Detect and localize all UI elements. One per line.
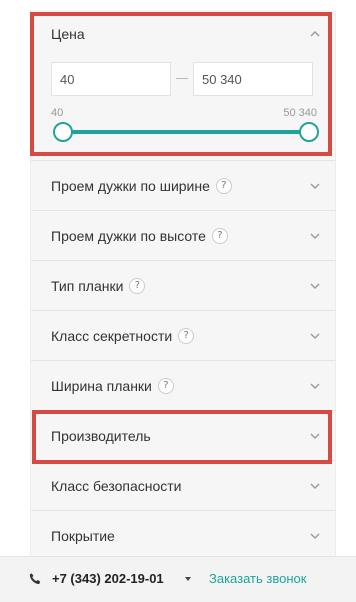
phone-number[interactable]: +7 (343) 202-19-01 <box>52 571 164 587</box>
chevron-down-icon[interactable] <box>308 429 322 443</box>
price-filter-title: Цена <box>51 26 85 42</box>
price-slider[interactable] <box>53 122 319 142</box>
filter-label-text: Тип планки <box>51 278 124 294</box>
request-callback-link[interactable]: Заказать звонок <box>209 571 306 587</box>
filter-row[interactable]: Класс секретности? <box>31 310 335 360</box>
chevron-down-icon[interactable] <box>308 229 322 243</box>
price-slider-max-handle[interactable] <box>299 122 319 142</box>
filter-label-text: Класс безопасности <box>51 478 182 494</box>
price-from-input[interactable] <box>51 62 171 96</box>
chevron-down-icon[interactable] <box>308 179 322 193</box>
phone-icon <box>29 573 41 585</box>
filter-list: Проем дужки по ширине? Проем дужки по выс… <box>31 160 335 560</box>
help-icon[interactable]: ? <box>157 378 174 394</box>
bottom-contact-bar: +7 (343) 202-19-01 Заказать звонок <box>0 556 356 602</box>
filter-row-label: Производитель <box>51 426 151 446</box>
chevron-up-icon[interactable] <box>308 27 322 41</box>
filter-row[interactable]: Ширина планки? <box>31 360 335 410</box>
filter-row[interactable]: Покрытие <box>31 510 335 560</box>
filter-row[interactable]: Тип планки? <box>31 260 335 310</box>
help-icon[interactable]: ? <box>129 278 146 294</box>
price-range-dash <box>176 78 188 79</box>
filter-row[interactable]: Проем дужки по высоте? <box>31 210 335 260</box>
filter-row-label: Проем дужки по высоте? <box>51 226 228 246</box>
help-icon[interactable]: ? <box>178 328 195 344</box>
filter-label-text: Производитель <box>51 428 151 444</box>
price-slider-min-handle[interactable] <box>53 122 73 142</box>
filter-panel: Цена 40 50 340 Проем дужки по ширине?Про… <box>30 10 336 556</box>
filter-row[interactable]: Класс безопасности <box>31 460 335 510</box>
price-slider-fill <box>61 130 307 134</box>
price-filter-header[interactable]: Цена <box>51 24 321 44</box>
help-icon[interactable]: ? <box>211 228 228 244</box>
filter-row-label: Проем дужки по ширине? <box>51 176 232 196</box>
price-inputs <box>51 62 317 98</box>
chevron-down-icon[interactable] <box>308 379 322 393</box>
filter-row-label: Класс секретности? <box>51 326 195 346</box>
chevron-down-icon[interactable] <box>308 279 322 293</box>
filter-row-label: Тип планки? <box>51 276 146 296</box>
filter-row-label: Ширина планки? <box>51 376 174 396</box>
filter-row[interactable]: Проем дужки по ширине? <box>31 160 335 210</box>
filter-row-label: Покрытие <box>51 526 115 546</box>
chevron-down-icon[interactable] <box>308 479 322 493</box>
price-filter-section: Цена 40 50 340 <box>31 10 335 160</box>
filter-row-label: Класс безопасности <box>51 476 182 496</box>
caret-down-icon[interactable] <box>185 577 191 581</box>
chevron-down-icon[interactable] <box>308 529 322 543</box>
filter-label-text: Проем дужки по высоте <box>51 228 206 244</box>
filter-row[interactable]: Производитель <box>31 410 335 460</box>
price-range-max-label: 50 340 <box>283 107 317 119</box>
filter-label-text: Проем дужки по ширине <box>51 178 210 194</box>
filter-label-text: Покрытие <box>51 528 115 544</box>
price-range-min-label: 40 <box>51 107 64 119</box>
price-range-labels: 40 50 340 <box>51 107 317 121</box>
help-icon[interactable]: ? <box>215 178 232 194</box>
price-to-input[interactable] <box>193 62 313 96</box>
chevron-down-icon[interactable] <box>308 329 322 343</box>
filter-label-text: Ширина планки <box>51 378 152 394</box>
filter-label-text: Класс секретности <box>51 328 173 344</box>
